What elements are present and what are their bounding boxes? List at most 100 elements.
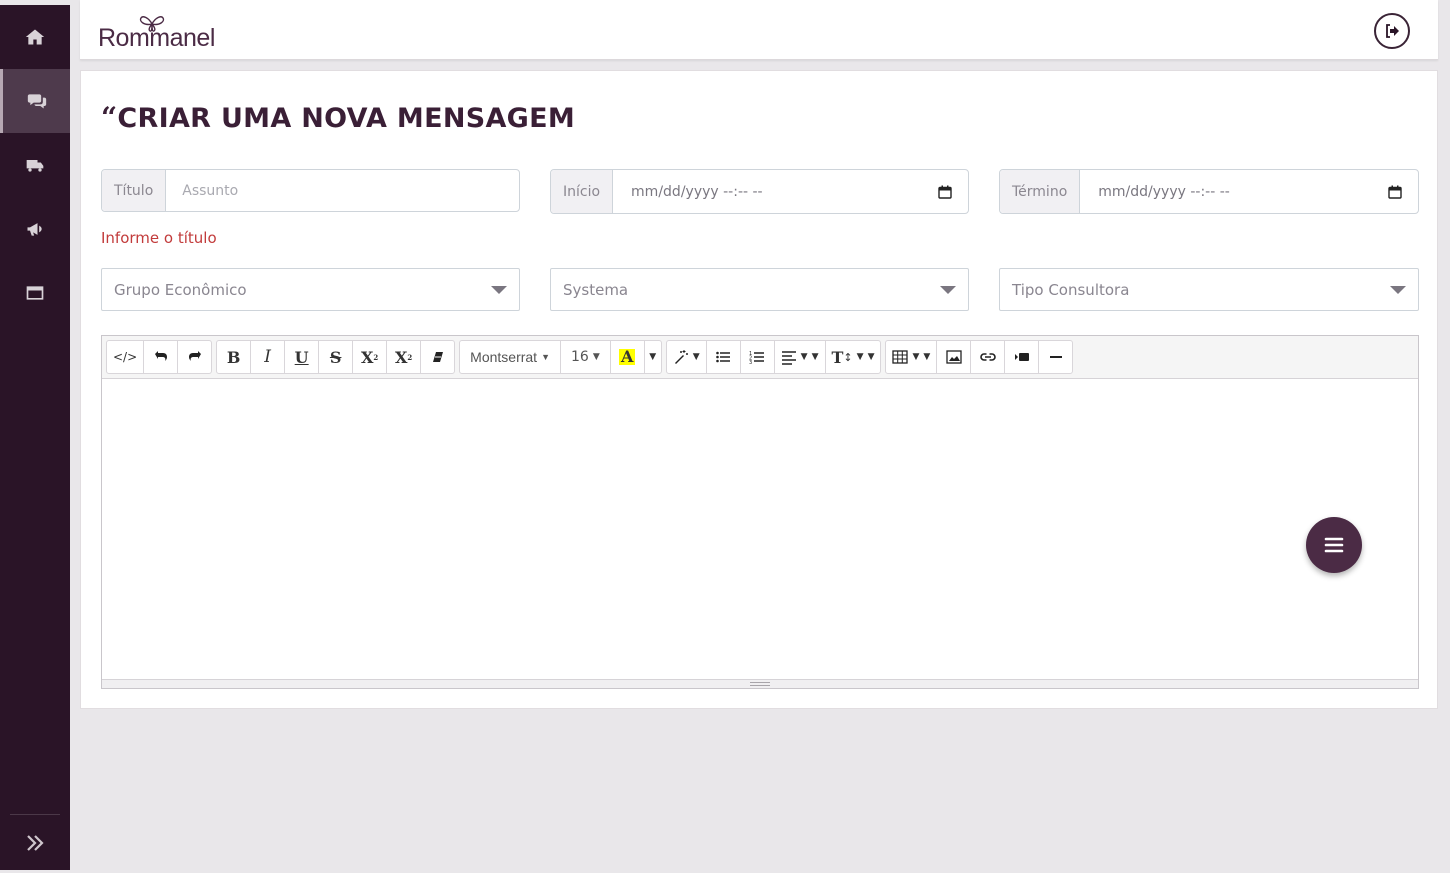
systema-placeholder: Systema: [563, 280, 629, 299]
bold-button[interactable]: B: [216, 340, 252, 374]
sidebar-expand-button[interactable]: [10, 814, 60, 870]
sidebar-item-window[interactable]: [0, 261, 70, 325]
history-group: </>: [106, 340, 213, 374]
message-form-card: “CRIAR UMA NOVA MENSAGEM Título Início m…: [80, 70, 1438, 709]
menu-icon: [1324, 537, 1344, 553]
title-quote-mark: “: [101, 101, 118, 134]
truck-icon: [26, 160, 44, 172]
underline-icon: U: [294, 347, 309, 367]
insert-video-button[interactable]: [1004, 340, 1040, 374]
dropdown-caret-icon: ▼: [692, 352, 700, 362]
ordered-list-button[interactable]: 123: [739, 340, 775, 374]
superscript-button[interactable]: X2: [352, 340, 388, 374]
image-icon: [946, 350, 962, 364]
page-title: “CRIAR UMA NOVA MENSAGEM: [101, 101, 575, 134]
redo-button[interactable]: [177, 340, 213, 374]
termino-group: Término mm/dd/yyyy --:-- --: [999, 169, 1419, 214]
redo-icon: [188, 351, 201, 361]
insert-link-button[interactable]: [970, 340, 1006, 374]
undo-button[interactable]: [143, 340, 179, 374]
svg-text:3: 3: [749, 360, 752, 365]
sidebar: [0, 5, 70, 870]
dropdown-caret-icon: ▼: [811, 352, 819, 362]
code-view-button[interactable]: </>: [106, 340, 145, 374]
floating-menu-button[interactable]: [1306, 517, 1362, 573]
strikethrough-icon: S: [329, 347, 342, 367]
systema-select[interactable]: Systema: [550, 268, 969, 311]
caret-down-icon: [940, 285, 956, 294]
strikethrough-button[interactable]: S: [318, 340, 354, 374]
dropdown-caret-icon: ▼: [923, 352, 931, 362]
titulo-error-message: Informe o título: [101, 229, 217, 247]
dropdown-caret-icon: ▼: [541, 352, 550, 362]
termino-datetime-input[interactable]: mm/dd/yyyy --:-- --: [1080, 170, 1418, 213]
logout-button[interactable]: [1374, 13, 1410, 49]
underline-button[interactable]: U: [284, 340, 320, 374]
align-dropdown[interactable]: ▼ ▼: [773, 340, 826, 374]
insert-group: ▼ ▼: [885, 340, 1074, 374]
paragraph-group: ▼ 123 ▼ ▼ T ↕ ▼ ▼: [665, 340, 882, 374]
tipo-consultora-select[interactable]: Tipo Consultora: [999, 268, 1419, 311]
font-family-dropdown[interactable]: Montserrat ▼: [459, 340, 561, 374]
top-header: Rommanel: [80, 0, 1438, 60]
brand-logo[interactable]: Rommanel: [98, 8, 228, 52]
font-size-dropdown[interactable]: 16 ▼: [560, 340, 611, 374]
caret-down-icon: [491, 285, 507, 294]
updown-arrow-icon: ↕: [843, 350, 853, 364]
bold-icon: B: [226, 347, 241, 367]
resize-grip-icon: [750, 682, 770, 686]
sidebar-item-announcements[interactable]: [0, 197, 70, 261]
font-size-value: 16: [571, 349, 589, 365]
insert-image-button[interactable]: [936, 340, 972, 374]
unordered-list-button[interactable]: [705, 340, 741, 374]
brand-name: Rommanel: [98, 24, 215, 52]
bullet-list-icon: [716, 351, 731, 363]
titulo-group: Título: [101, 169, 520, 212]
magic-wand-icon: [674, 350, 688, 364]
sidebar-item-messages[interactable]: [0, 69, 70, 133]
text-color-button[interactable]: A: [609, 340, 645, 374]
editor-content-area[interactable]: [102, 379, 1418, 679]
page-title-text: CRIAR UMA NOVA MENSAGEM: [117, 103, 576, 134]
table-dropdown[interactable]: ▼ ▼: [885, 340, 938, 374]
dropdown-caret-icon: ▼: [800, 352, 808, 362]
style-dropdown[interactable]: ▼: [665, 340, 707, 374]
window-icon: [26, 286, 44, 300]
eraser-icon: [432, 352, 443, 362]
chat-icon: [27, 94, 46, 109]
dropdown-caret-icon: ▼: [867, 352, 875, 362]
subscript-icon: X: [395, 347, 408, 367]
titulo-input[interactable]: [166, 170, 519, 211]
termino-label: Término: [1000, 170, 1081, 213]
dropdown-caret-icon: ▼: [592, 352, 600, 362]
editor-resize-handle[interactable]: [102, 679, 1418, 688]
inicio-datetime-input[interactable]: mm/dd/yyyy --:-- --: [613, 170, 968, 213]
dropdown-caret-icon: ▼: [649, 352, 657, 362]
calendar-icon[interactable]: [938, 185, 952, 199]
table-icon: [892, 350, 909, 364]
text-color-dropdown[interactable]: ▼: [643, 340, 662, 374]
font-family-value: Montserrat: [470, 349, 538, 365]
double-chevron-right-icon: [27, 834, 44, 851]
clear-format-button[interactable]: [420, 340, 456, 374]
numbered-list-icon: 123: [749, 351, 765, 365]
grupo-economico-placeholder: Grupo Econômico: [114, 280, 247, 299]
sidebar-item-home[interactable]: [0, 5, 70, 69]
subscript-button[interactable]: X2: [386, 340, 422, 374]
video-icon: [1014, 353, 1029, 361]
text-color-icon: A: [619, 347, 636, 366]
rich-text-editor: </> B I U S X2 X2 Montserrat ▼ 16 ▼ A ▼ ▼: [101, 335, 1419, 689]
inicio-group: Início mm/dd/yyyy --:-- --: [550, 169, 969, 214]
grupo-economico-select[interactable]: Grupo Econômico: [101, 268, 520, 311]
dropdown-caret-icon: ▼: [912, 352, 920, 362]
horizontal-rule-button[interactable]: [1038, 340, 1074, 374]
line-height-dropdown[interactable]: T ↕ ▼ ▼: [824, 340, 882, 374]
sidebar-item-delivery[interactable]: [0, 133, 70, 197]
inicio-datetime-value: mm/dd/yyyy --:-- --: [631, 183, 763, 200]
italic-button[interactable]: I: [250, 340, 286, 374]
link-icon: [980, 353, 996, 361]
align-left-icon: [781, 351, 796, 365]
horizontal-rule-icon: [1049, 356, 1062, 358]
tipo-consultora-placeholder: Tipo Consultora: [1012, 280, 1130, 299]
calendar-icon[interactable]: [1388, 185, 1402, 199]
